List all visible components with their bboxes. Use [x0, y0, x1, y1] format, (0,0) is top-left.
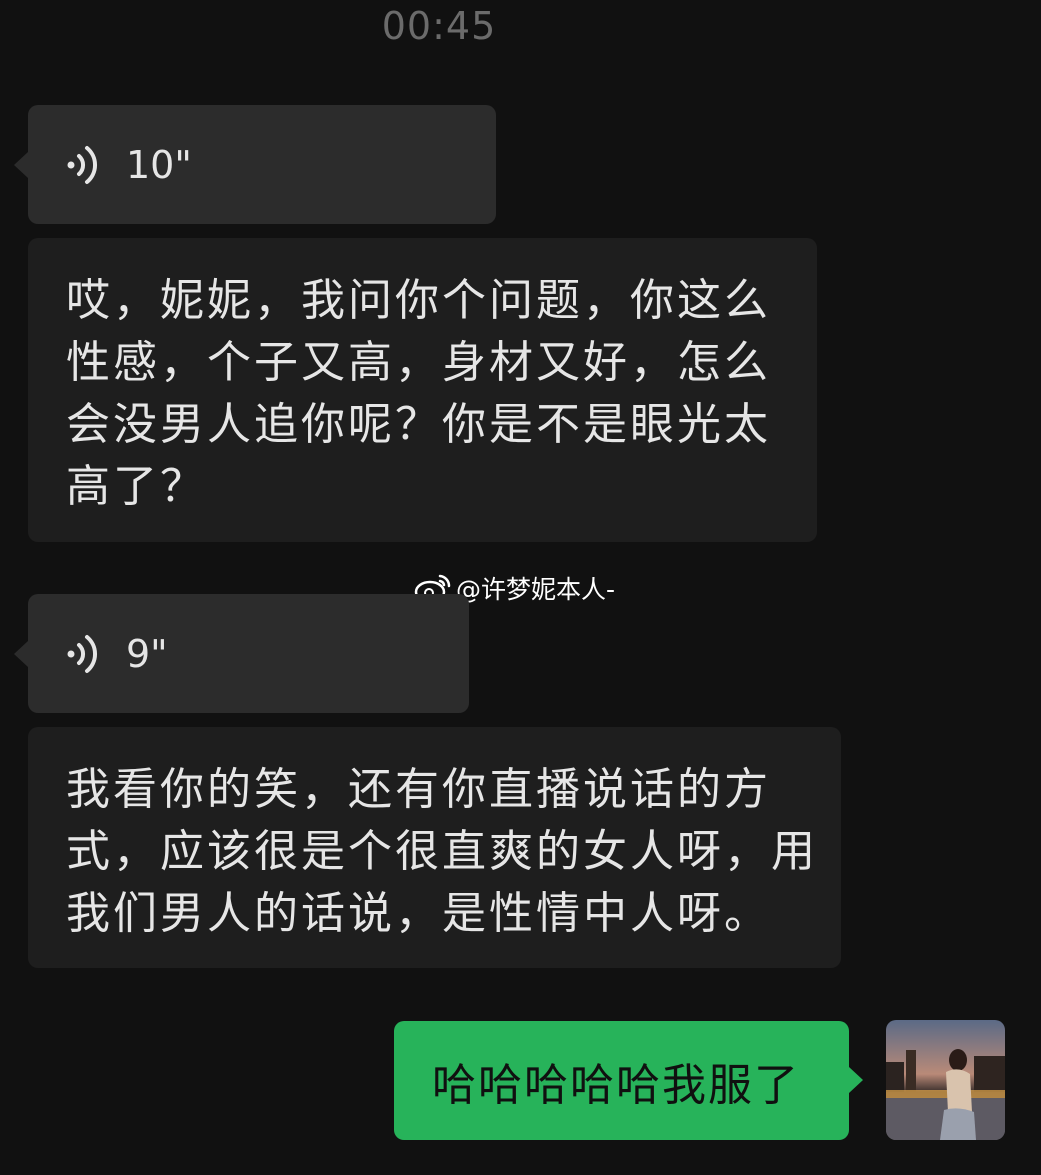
- message-timestamp: 00:45: [381, 4, 497, 48]
- voice-wave-icon: [67, 145, 98, 184]
- voice-transcript[interactable]: 哎，妮妮，我问你个问题，你这么性感，个子又高，身材又好，怎么会没男人追你呢？你是…: [28, 238, 817, 542]
- voice-duration: 9": [126, 631, 168, 676]
- user-avatar[interactable]: [886, 1020, 1005, 1140]
- voice-transcript[interactable]: 我看你的笑，还有你直播说话的方式，应该很是个很直爽的女人呀，用我们男人的话说，是…: [28, 727, 841, 968]
- voice-duration: 10": [126, 142, 192, 187]
- voice-wave-icon: [67, 634, 98, 673]
- sent-message-text: 哈哈哈哈哈我服了: [432, 1059, 800, 1111]
- sent-message-bubble[interactable]: 哈哈哈哈哈我服了: [394, 1021, 863, 1140]
- voice-message-bubble[interactable]: 9": [14, 594, 469, 713]
- voice-message-bubble[interactable]: 10": [14, 105, 496, 224]
- watermark-text: @许梦妮本人-: [456, 575, 616, 604]
